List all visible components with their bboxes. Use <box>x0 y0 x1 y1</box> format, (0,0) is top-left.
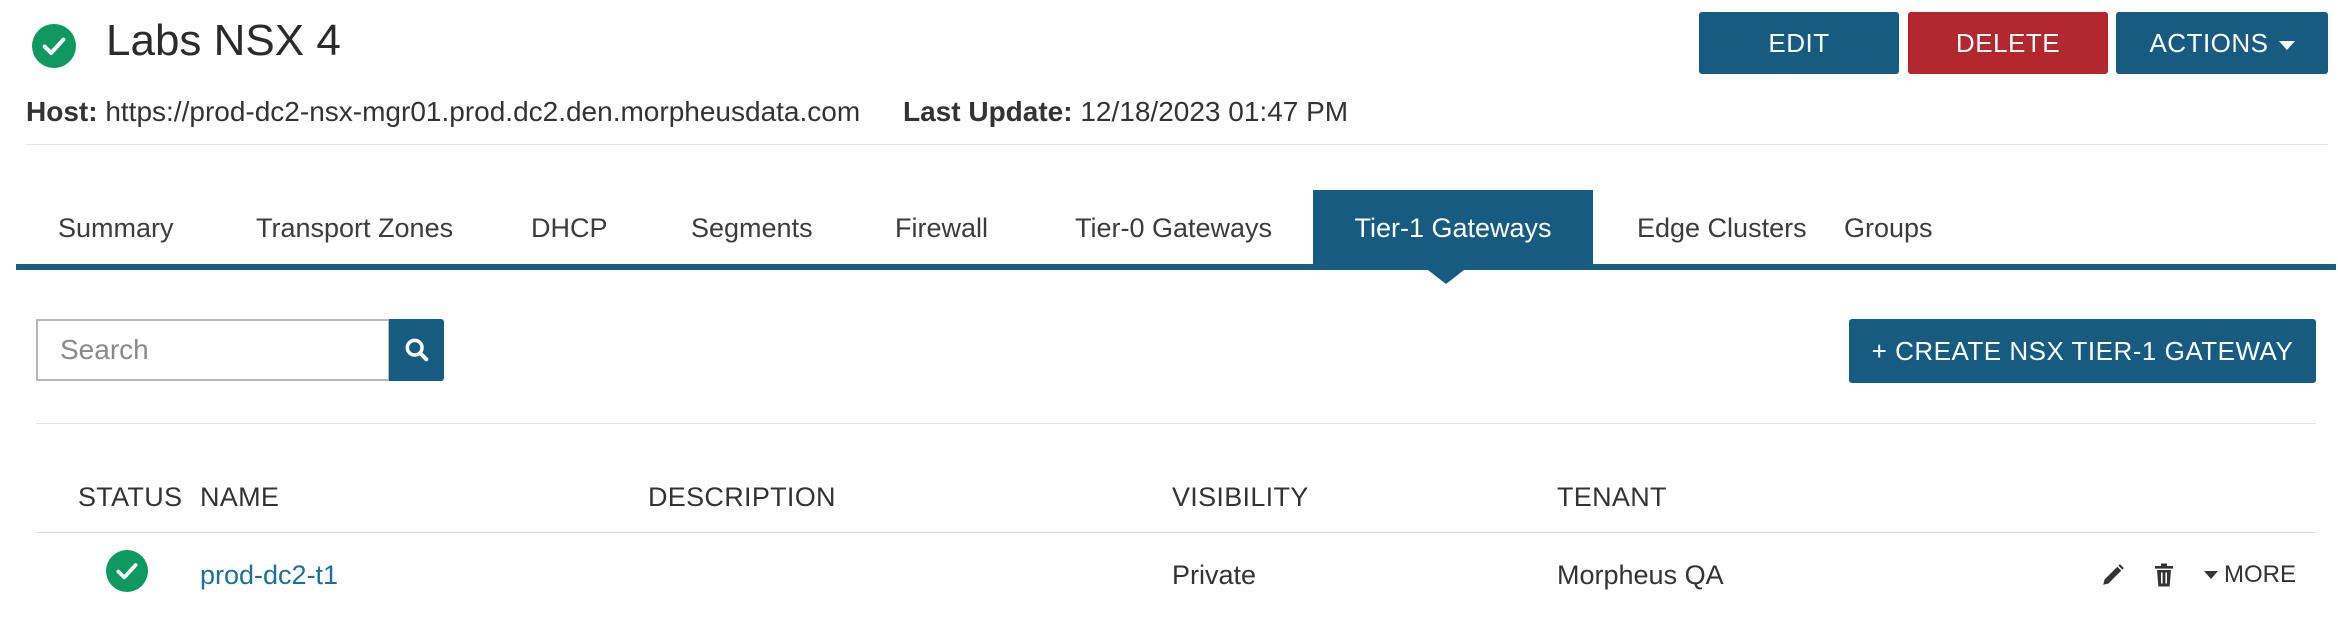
active-tab-pointer <box>1428 270 1464 284</box>
create-tier-1-gateway-button[interactable]: + CREATE NSX TIER-1 GATEWAY <box>1849 319 2316 383</box>
tab-firewall[interactable]: Firewall <box>895 190 988 270</box>
host-value: https://prod-dc2-nsx-mgr01.prod.dc2.den.… <box>105 96 861 127</box>
column-header-name: NAME <box>200 482 280 512</box>
tab-underline <box>16 264 2336 270</box>
tab-segments[interactable]: Segments <box>691 190 813 270</box>
gateway-visibility: Private <box>1172 560 1257 590</box>
search-icon <box>405 338 428 362</box>
tab-bar: Summary Transport Zones DHCP Segments Fi… <box>16 190 2338 270</box>
column-header-tenant: TENANT <box>1557 482 1667 512</box>
last-update-info: Last Update: 12/18/2023 01:47 PM <box>903 96 1348 128</box>
edit-row-button[interactable] <box>2100 562 2126 593</box>
caret-down-icon <box>2278 40 2295 50</box>
column-header-description: DESCRIPTION <box>648 482 836 512</box>
tab-summary[interactable]: Summary <box>58 190 174 270</box>
section-divider <box>36 423 2316 424</box>
tab-tier-1-gateways[interactable]: Tier-1 Gateways <box>1313 190 1593 270</box>
caret-down-icon <box>2204 571 2218 579</box>
column-header-visibility: VISIBILITY <box>1172 482 1309 512</box>
delete-row-button[interactable] <box>2152 562 2176 593</box>
page-title: Labs NSX 4 <box>106 16 341 65</box>
edit-button[interactable]: EDIT <box>1699 12 1899 74</box>
search-button[interactable] <box>389 319 444 381</box>
tab-groups[interactable]: Groups <box>1844 190 1933 270</box>
pencil-icon <box>2103 564 2124 585</box>
host-info: Host: https://prod-dc2-nsx-mgr01.prod.dc… <box>26 96 860 128</box>
tab-tier-0-gateways[interactable]: Tier-0 Gateways <box>1075 190 1272 270</box>
more-menu[interactable]: MORE <box>2204 561 2296 589</box>
last-update-value: 12/18/2023 01:47 PM <box>1080 96 1349 127</box>
gateway-name-link[interactable]: prod-dc2-t1 <box>200 560 338 591</box>
trash-icon <box>2155 563 2173 587</box>
header-divider <box>26 144 2328 145</box>
host-label: Host: <box>26 96 98 127</box>
tab-dhcp[interactable]: DHCP <box>531 190 608 270</box>
tab-transport-zones[interactable]: Transport Zones <box>256 190 453 270</box>
actions-button[interactable]: ACTIONS <box>2116 12 2328 74</box>
table-header-divider <box>36 532 2316 533</box>
actions-label: ACTIONS <box>2149 27 2269 58</box>
search-input[interactable] <box>36 319 390 381</box>
delete-button[interactable]: DELETE <box>1908 12 2108 74</box>
row-status-ok-icon <box>106 550 148 592</box>
column-header-status: STATUS <box>78 482 183 512</box>
more-label: MORE <box>2224 561 2296 588</box>
last-update-label: Last Update: <box>903 96 1073 127</box>
status-ok-icon <box>32 24 76 68</box>
tab-edge-clusters[interactable]: Edge Clusters <box>1637 190 1807 270</box>
gateway-tenant: Morpheus QA <box>1557 560 1724 590</box>
